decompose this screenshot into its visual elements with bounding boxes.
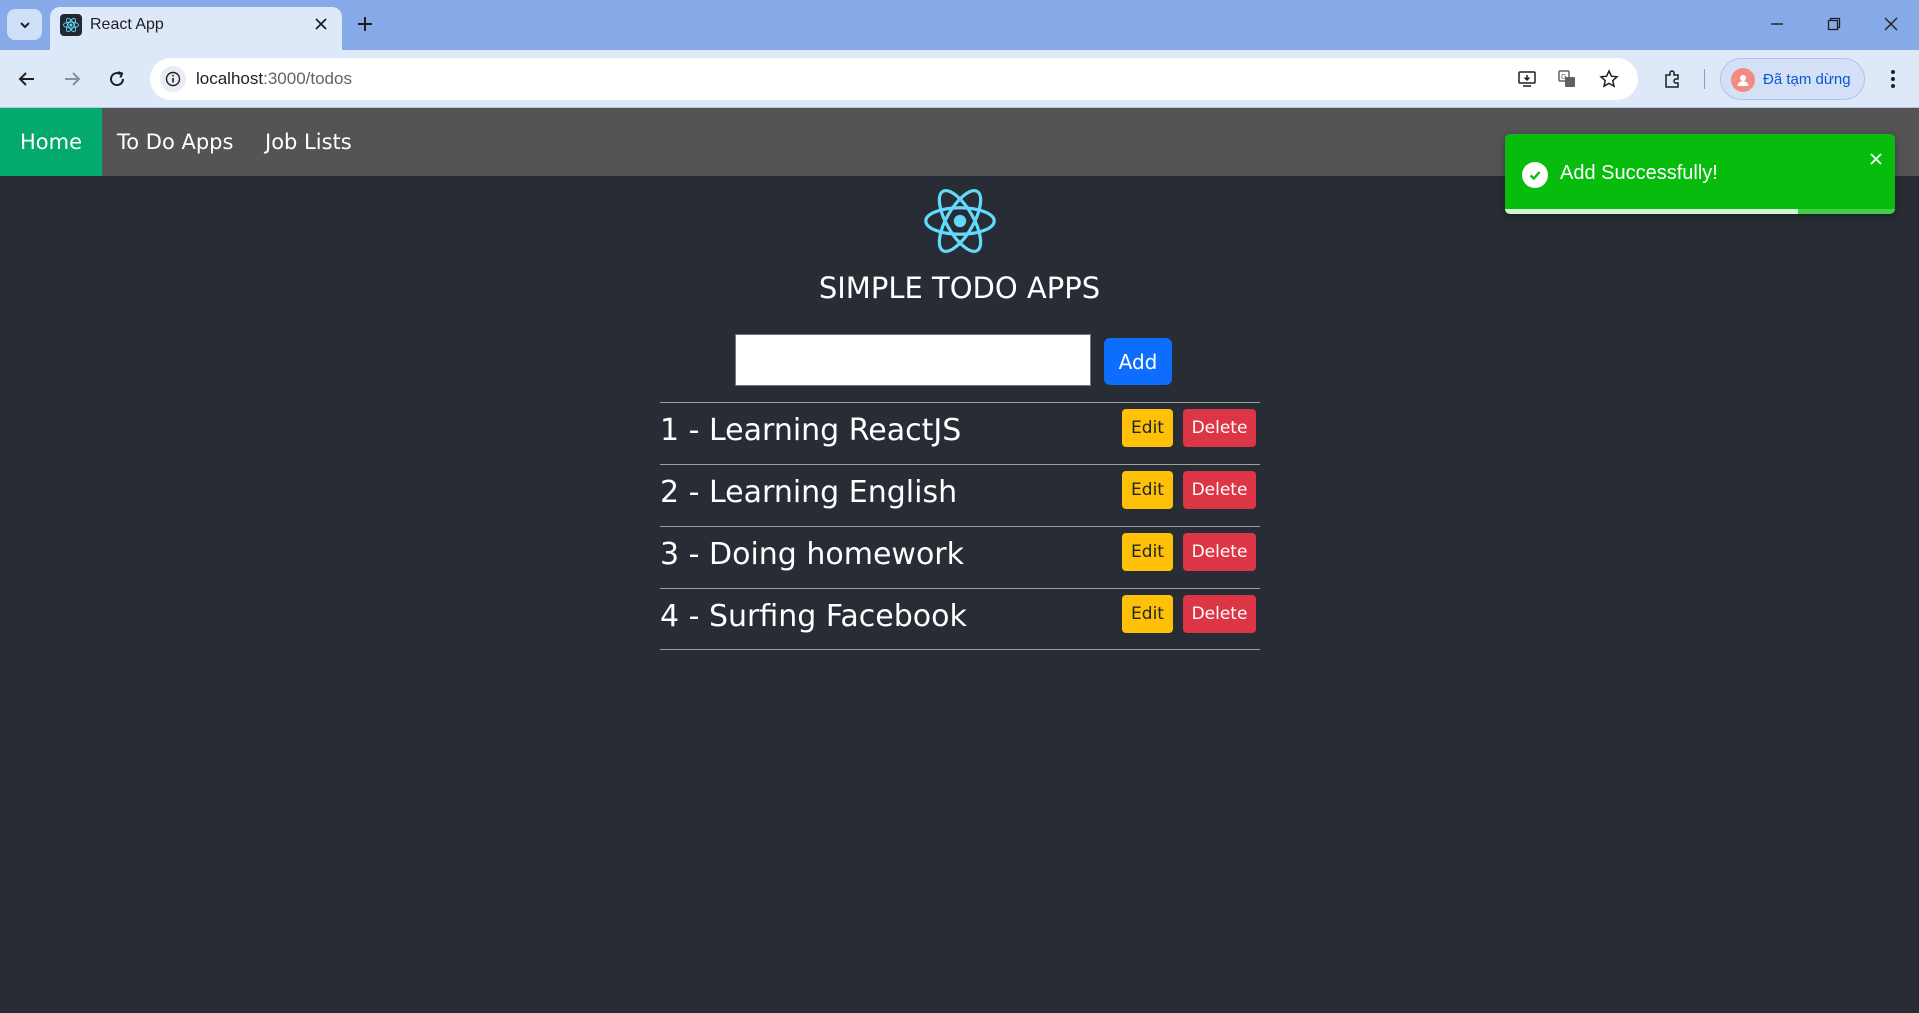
todo-text: 4 - Surfing Facebook	[660, 599, 967, 634]
nav-link-home[interactable]: Home	[0, 108, 103, 176]
browser-tabstrip: React App	[0, 0, 1919, 50]
delete-button[interactable]: Delete	[1183, 409, 1256, 447]
todo-input[interactable]	[735, 334, 1091, 386]
edit-button[interactable]: Edit	[1122, 471, 1173, 509]
edit-button[interactable]: Edit	[1122, 409, 1173, 447]
browser-menu-icon[interactable]	[1877, 63, 1909, 95]
toast-progress-bar	[1505, 209, 1798, 214]
todo-list: 1 - Learning ReactJS Edit Delete 2 - Lea…	[660, 402, 1260, 650]
success-toast[interactable]: Add Successfully!	[1505, 134, 1895, 214]
bookmark-star-icon[interactable]	[1596, 66, 1622, 92]
browser-toolbar: localhost:3000/todos G Đã tạm dừng	[0, 50, 1919, 108]
delete-button[interactable]: Delete	[1183, 595, 1256, 633]
site-info-icon[interactable]	[160, 66, 186, 92]
restore-icon[interactable]	[1816, 10, 1852, 38]
tab-close-icon[interactable]	[312, 15, 330, 33]
todo-text: 1 - Learning ReactJS	[660, 413, 962, 448]
translate-icon[interactable]: G	[1554, 66, 1580, 92]
address-bar[interactable]: localhost:3000/todos G	[150, 58, 1638, 100]
minimize-icon[interactable]	[1759, 10, 1795, 38]
url-text: localhost:3000/todos	[196, 69, 352, 88]
nav-link-job-lists[interactable]: Job Lists	[245, 108, 372, 176]
todo-row: 1 - Learning ReactJS Edit Delete	[660, 402, 1260, 464]
profile-button[interactable]: Đã tạm dừng	[1720, 58, 1865, 100]
profile-status-label: Đã tạm dừng	[1763, 71, 1851, 88]
delete-button[interactable]: Delete	[1183, 533, 1256, 571]
reload-icon[interactable]	[101, 63, 133, 95]
svg-text:G: G	[1561, 73, 1566, 81]
react-favicon-icon	[60, 14, 82, 36]
tab-title: React App	[90, 16, 164, 33]
toast-message: Add Successfully!	[1560, 162, 1718, 184]
todo-text: 3 - Doing homework	[660, 537, 965, 572]
back-arrow-icon[interactable]	[11, 63, 43, 95]
todo-row: 2 - Learning English Edit Delete	[660, 464, 1260, 526]
profile-avatar-icon	[1731, 68, 1755, 92]
check-circle-icon	[1522, 162, 1548, 188]
todo-row: 4 - Surfing Facebook Edit Delete	[660, 588, 1260, 650]
todo-row: 3 - Doing homework Edit Delete	[660, 526, 1260, 588]
close-window-icon[interactable]	[1873, 10, 1909, 38]
forward-arrow-icon[interactable]	[56, 63, 88, 95]
close-icon[interactable]	[1867, 150, 1885, 168]
tab-search-button[interactable]	[7, 9, 42, 40]
react-logo-icon	[924, 189, 996, 253]
add-button[interactable]: Add	[1104, 338, 1172, 385]
edit-button[interactable]: Edit	[1122, 595, 1173, 633]
delete-button[interactable]: Delete	[1183, 471, 1256, 509]
new-tab-plus-icon[interactable]	[352, 11, 378, 37]
browser-tab-active[interactable]: React App	[50, 7, 342, 50]
edit-button[interactable]: Edit	[1122, 533, 1173, 571]
todo-text: 2 - Learning English	[660, 475, 958, 510]
chevron-down-icon	[19, 21, 30, 28]
page-title: SIMPLE TODO APPS	[818, 271, 1101, 305]
toolbar-divider	[1704, 69, 1705, 89]
extensions-icon[interactable]	[1656, 63, 1688, 95]
nav-link-todo-apps[interactable]: To Do Apps	[97, 108, 253, 176]
install-app-icon[interactable]	[1514, 66, 1540, 92]
